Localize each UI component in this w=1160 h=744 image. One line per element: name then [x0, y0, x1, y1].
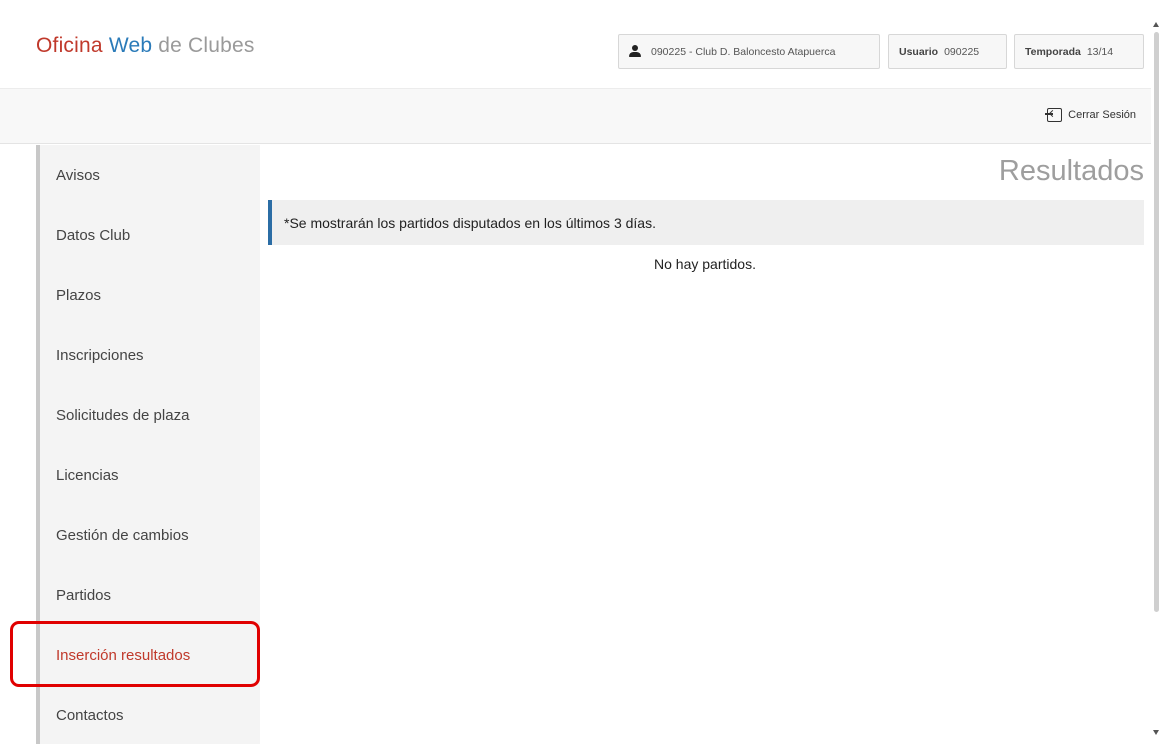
- logo-word-web: Web: [108, 34, 153, 57]
- logout-button[interactable]: Cerrar Sesión: [1045, 108, 1136, 122]
- sidebar-item-datos-club[interactable]: Datos Club: [40, 205, 260, 265]
- sidebar-item-gestion-de-cambios[interactable]: Gestión de cambios: [40, 505, 260, 565]
- main-content: Resultados *Se mostrarán los partidos di…: [260, 145, 1150, 744]
- club-info-badge: 090225 - Club D. Baloncesto Atapuerca: [618, 34, 880, 69]
- sidebar-item-plazos[interactable]: Plazos: [40, 265, 260, 325]
- toolbar: Cerrar Sesión: [0, 88, 1160, 144]
- sidebar-item-contactos[interactable]: Contactos: [40, 685, 260, 744]
- info-notice: *Se mostrarán los partidos disputados en…: [268, 200, 1144, 245]
- sidebar-item-inscripciones[interactable]: Inscripciones: [40, 325, 260, 385]
- header: Oficina Web de Clubes 090225 - Club D. B…: [0, 0, 1160, 88]
- page-title: Resultados: [998, 155, 1144, 187]
- sidebar-item-licencias[interactable]: Licencias: [40, 445, 260, 505]
- user-icon: [629, 45, 641, 58]
- club-name: 090225 - Club D. Baloncesto Atapuerca: [651, 45, 836, 58]
- sidebar-item-avisos[interactable]: Avisos: [40, 145, 260, 205]
- sidebar-item-solicitudes-de-plaza[interactable]: Solicitudes de plaza: [40, 385, 260, 445]
- logout-label: Cerrar Sesión: [1068, 109, 1136, 121]
- season-value: 13/14: [1086, 45, 1114, 58]
- season-label: Temporada: [1025, 45, 1081, 58]
- page-scrollbar[interactable]: [1151, 0, 1160, 744]
- scroll-up-icon[interactable]: [1153, 22, 1159, 27]
- logo-word-oficina: Oficina: [36, 34, 103, 57]
- scroll-thumb[interactable]: [1154, 32, 1159, 612]
- user-value: 090225: [944, 45, 980, 58]
- logout-icon: [1045, 108, 1063, 122]
- scroll-down-icon[interactable]: [1153, 730, 1159, 735]
- season-info-badge: Temporada 13/14: [1014, 34, 1144, 69]
- sidebar-item-partidos[interactable]: Partidos: [40, 565, 260, 625]
- user-label: Usuario: [899, 45, 939, 58]
- app-logo[interactable]: Oficina Web de Clubes: [36, 34, 255, 58]
- user-info-badge: Usuario 090225: [888, 34, 1007, 69]
- annotation-highlight: [10, 621, 260, 687]
- logo-word-clubes: de Clubes: [158, 34, 255, 57]
- empty-state-message: No hay partidos.: [654, 256, 756, 272]
